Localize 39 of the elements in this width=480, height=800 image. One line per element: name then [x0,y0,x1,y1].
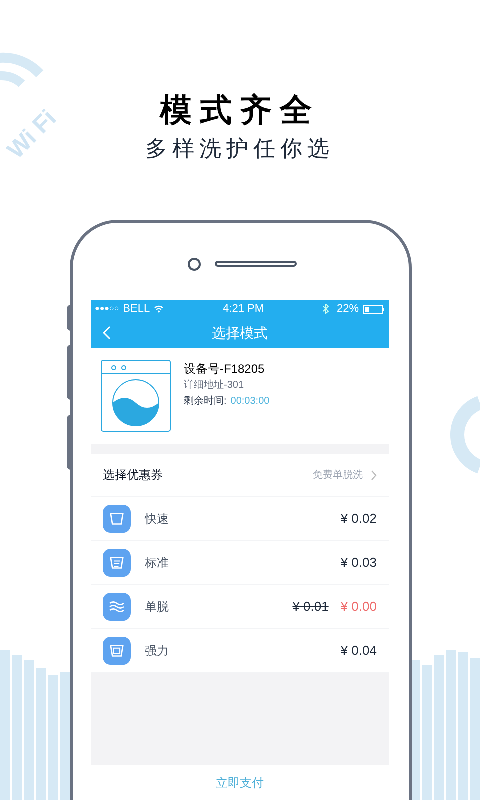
mode-row[interactable]: 快速 ¥ 0.02 [91,497,389,541]
device-number: 设备号-F18205 [184,361,266,378]
camera-icon [188,258,201,271]
headline: 模式齐全 [160,91,320,130]
original-price: ¥ 0.01 [292,598,329,616]
mode-row[interactable]: 标准 ¥ 0.03 [91,541,389,585]
mode-name: 强力 [145,642,169,660]
battery-icon [363,304,385,314]
mode-icon [103,592,131,620]
mode-icon [103,504,131,532]
device-address: 详细地址-301 [184,378,246,393]
coupon-label: 选择优惠券 [103,467,163,484]
mode-name: 单脱 [145,598,169,616]
carrier: BELL [123,302,150,317]
price: ¥ 0.02 [340,510,377,528]
price: ¥ 0.03 [340,554,377,572]
remaining-time: 00:03:00 [230,395,270,409]
speaker-icon [215,261,297,267]
remaining-label: 剩余时间: [184,394,227,409]
mode-row[interactable]: 强力 ¥ 0.04 [91,629,389,673]
mode-icon [103,548,131,576]
coupon-value: 免费单脱洗 [313,468,363,482]
mode-row[interactable]: 单脱 ¥ 0.01 ¥ 0.00 [91,585,389,629]
clock: 4:21 PM [223,302,264,317]
back-icon[interactable] [103,326,111,340]
screen-title: 选择模式 [212,324,268,342]
price: ¥ 0.00 [340,598,377,616]
mode-name: 标准 [145,554,169,572]
bluetooth-icon [322,304,329,314]
chevron-icon [371,470,377,480]
subheadline: 多样洗护任你选 [146,135,334,163]
mode-name: 快速 [145,510,169,528]
wifi-icon [154,305,164,313]
price: ¥ 0.04 [340,642,377,660]
washing-machine-icon [101,360,171,432]
coupon-row[interactable]: 选择优惠券 免费单脱洗 [91,454,389,497]
signal-text: ●●●○○ [95,303,120,315]
battery-text: 22% [336,302,359,317]
mode-icon [103,636,131,664]
